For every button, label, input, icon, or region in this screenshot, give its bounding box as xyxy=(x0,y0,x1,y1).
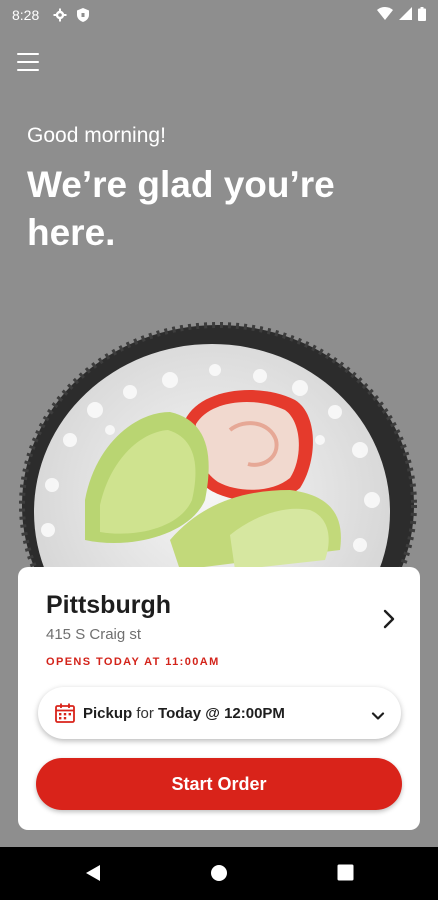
back-icon[interactable] xyxy=(84,864,102,887)
chevron-down-icon xyxy=(371,708,385,720)
start-order-button[interactable]: Start Order xyxy=(36,758,402,810)
page-headline: We’re glad you’re here. xyxy=(27,164,335,253)
greeting-text: Good morning! xyxy=(27,124,166,147)
status-bar: 8:28 xyxy=(0,0,438,30)
sushi-roll-image xyxy=(19,322,417,590)
opening-hours: OPENS TODAY AT 11:00AM xyxy=(46,656,220,668)
location-city: Pittsburgh xyxy=(46,591,171,619)
home-icon[interactable] xyxy=(210,864,228,887)
status-time: 8:28 xyxy=(12,7,40,23)
wifi-icon xyxy=(377,7,393,23)
pickup-mode: Pickup xyxy=(83,704,133,722)
pickup-time: Today @ 12:00PM xyxy=(158,704,285,722)
hamburger-menu-icon[interactable] xyxy=(16,51,40,73)
shield-icon xyxy=(77,8,90,22)
battery-icon xyxy=(418,6,426,24)
calendar-icon xyxy=(54,702,76,724)
pickup-connector: for xyxy=(136,704,154,722)
gear-icon xyxy=(53,8,67,22)
cellular-icon xyxy=(399,7,412,23)
chevron-right-icon[interactable] xyxy=(378,607,400,631)
system-nav-bar xyxy=(0,847,438,900)
location-address: 415 S Craig st xyxy=(46,626,142,643)
pickup-time-selector[interactable]: Pickup for Today @ 12:00PM xyxy=(38,687,401,739)
recents-icon[interactable] xyxy=(337,864,354,886)
location-card[interactable]: Pittsburgh 415 S Craig st OPENS TODAY AT… xyxy=(18,567,420,830)
